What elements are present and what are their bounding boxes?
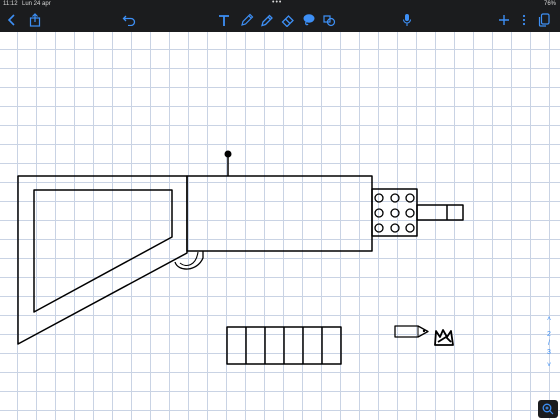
stock-inner	[33, 189, 173, 313]
pages-icon[interactable]	[535, 11, 553, 29]
trigger-guard	[174, 251, 204, 270]
page-up-button[interactable]: ˄	[542, 315, 556, 324]
total-pages: 3	[547, 349, 551, 356]
muzzle-holes	[374, 193, 415, 233]
multitask-dots[interactable]: •••	[272, 0, 282, 7]
pen-tool-icon[interactable]	[238, 11, 256, 29]
more-icon[interactable]	[515, 11, 533, 29]
status-time: 11:12	[3, 1, 18, 7]
back-icon[interactable]	[3, 11, 21, 29]
barrel	[416, 204, 464, 221]
toolbar	[0, 8, 560, 32]
battery-level: 76%	[543, 1, 556, 7]
zoom-button[interactable]	[538, 400, 558, 418]
stock-outline	[17, 175, 188, 345]
muzzle-flame	[434, 329, 454, 346]
page-down-button[interactable]: ˅	[542, 361, 556, 370]
page-navigator: ˄ 2 / 3 ˅	[542, 315, 556, 370]
lasso-tool-icon[interactable]	[300, 11, 318, 29]
zoom-icon	[542, 403, 554, 415]
drawing	[17, 150, 464, 365]
add-icon[interactable]	[495, 11, 513, 29]
page-separator: /	[548, 340, 550, 347]
undo-icon[interactable]	[120, 11, 138, 29]
status-bar: 11:12 Lun 24 apr ••• 76%	[0, 0, 560, 8]
trigger-guard-inner	[179, 251, 199, 266]
ammo-rack-dividers	[245, 327, 323, 364]
current-page: 2	[547, 331, 551, 338]
status-date: Lun 24 apr	[22, 1, 51, 7]
muzzle-block	[371, 188, 418, 237]
eraser-tool-icon[interactable]	[279, 11, 297, 29]
body-outline	[186, 175, 373, 252]
highlighter-tool-icon[interactable]	[258, 11, 276, 29]
microphone-icon[interactable]	[398, 11, 416, 29]
note-canvas[interactable]	[0, 32, 560, 420]
sight-knob	[224, 150, 232, 158]
shapes-tool-icon[interactable]	[320, 11, 338, 29]
text-tool-icon[interactable]	[215, 11, 233, 29]
share-icon[interactable]	[26, 11, 44, 29]
